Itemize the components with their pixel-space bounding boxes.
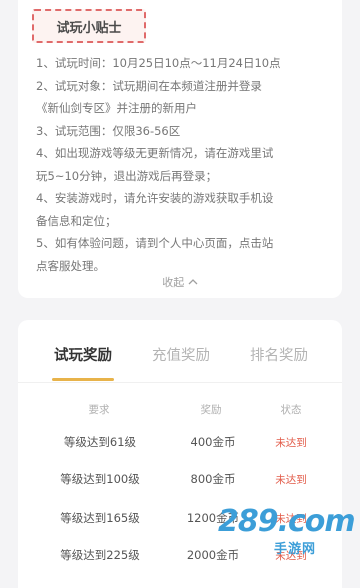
tip-line: 1、试玩时间：10月25日10点～11月24日10点: [36, 56, 281, 70]
collapse-label: 收起: [162, 276, 185, 289]
tab-recharge-rewards[interactable]: 充值奖励: [152, 344, 210, 365]
row-reward: 400金币: [190, 435, 236, 449]
tips-title: 试玩小贴士: [32, 9, 146, 43]
column-header-requirement: 要求: [88, 404, 110, 416]
tabs-divider: [18, 382, 342, 383]
watermark-brand: 289.com: [218, 504, 356, 539]
tip-line: 4、安装游戏时，请允许安装的游戏获取手机设: [36, 191, 274, 205]
tip-line: 《新仙剑专区》并注册的新用户: [36, 101, 197, 115]
chevron-up-icon: [188, 276, 198, 289]
row-reward: 800金币: [190, 472, 236, 486]
column-header-status: 状态: [280, 404, 302, 416]
collapse-button[interactable]: 收起: [18, 274, 342, 290]
reward-tabs: 试玩奖励 充值奖励 排名奖励: [18, 320, 342, 384]
watermark-sub: 手游网: [274, 542, 317, 557]
tip-line: 5、如有体验问题，请到个人中心页面，点击站: [36, 236, 274, 250]
tips-list: 1、试玩时间：10月25日10点～11月24日10点 2、试玩对象：试玩期间在本…: [36, 52, 334, 277]
tip-line: 2、试玩对象：试玩期间在本频道注册并登录: [36, 78, 262, 93]
status-badge: 未达到: [275, 474, 307, 486]
tab-trial-rewards[interactable]: 试玩奖励: [54, 344, 112, 365]
watermark-logo: 289.com 手游网: [196, 500, 356, 560]
active-tab-indicator: [52, 378, 114, 381]
row-requirement: 等级达到61级: [63, 435, 137, 449]
tip-line: 玩5~10分钟，退出游戏后再登录；: [36, 168, 218, 183]
row-requirement: 等级达到100级: [60, 472, 140, 486]
tip-line: 备信息和定位；: [36, 213, 117, 228]
tips-card: 试玩小贴士 1、试玩时间：10月25日10点～11月24日10点 2、试玩对象：…: [18, 0, 342, 298]
tip-line: 4、如出现游戏等级无更新情况，请在游戏里试: [36, 146, 274, 160]
row-requirement: 等级达到225级: [60, 548, 140, 562]
tab-ranking-rewards[interactable]: 排名奖励: [250, 344, 308, 365]
row-requirement: 等级达到165级: [60, 511, 140, 525]
status-badge: 未达到: [275, 437, 307, 449]
tip-line: 3、试玩范围：仅限36-56区: [36, 123, 181, 138]
column-header-reward: 奖励: [200, 404, 222, 416]
